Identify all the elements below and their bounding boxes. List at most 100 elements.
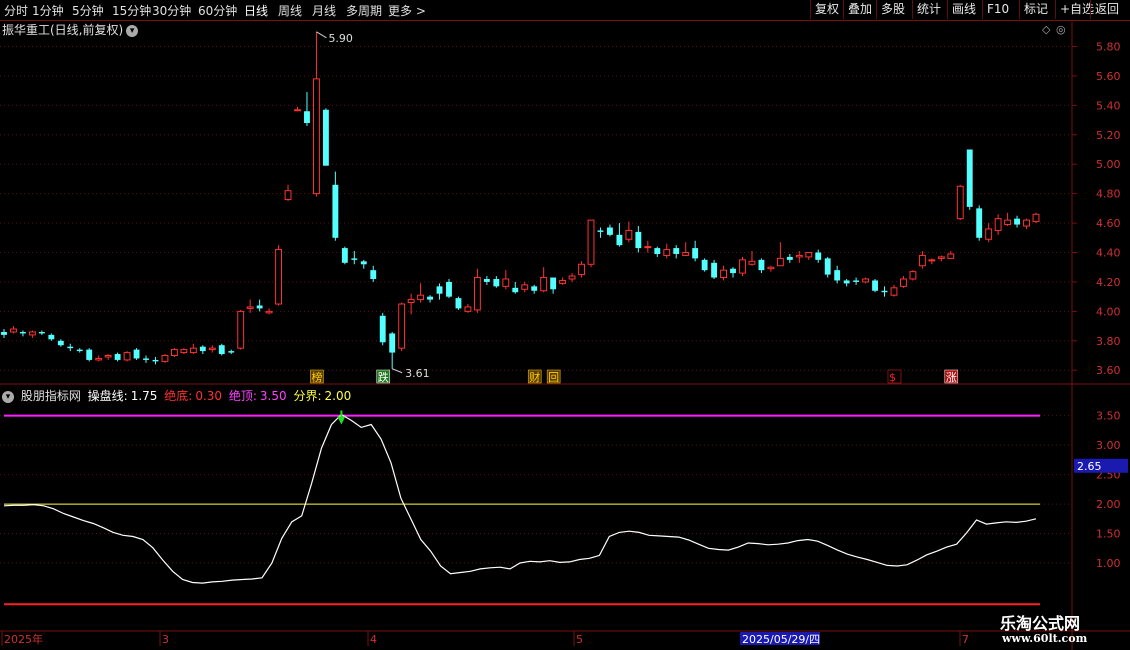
candle-body-down: [86, 349, 93, 360]
series-label: 操盘线:: [87, 389, 128, 403]
candle-body-down: [228, 351, 235, 353]
candle-body-down: [370, 270, 377, 279]
candle-body-up: [464, 306, 472, 312]
indicator-title: ▾ 股朋指标网 操盘线: 1.75 绝底: 0.30 绝顶: 3.50 分界: 2.00: [2, 387, 354, 404]
candle-body-down: [531, 286, 538, 291]
candle-body-down: [455, 298, 462, 309]
event-marker: 回: [548, 371, 559, 384]
candle-body-down: [853, 280, 860, 282]
candle-body-up: [294, 109, 301, 112]
watermark-name: 乐淘公式网: [1000, 614, 1081, 633]
candle-body-down: [427, 296, 433, 300]
candle-body-up: [189, 347, 197, 354]
indicator-y-tick-label: 3.50: [1096, 410, 1121, 423]
y-tick-label: 3.80: [1096, 335, 1121, 348]
candle-body-down: [341, 248, 348, 263]
candle-body-down: [966, 149, 973, 207]
candle-body-down: [114, 354, 121, 360]
candle-body-up: [720, 269, 727, 279]
candle-body-up: [284, 190, 292, 201]
top-label: 绝顶:: [228, 389, 257, 403]
series-value: 1.75: [130, 389, 158, 403]
y-tick-label: 5.40: [1096, 99, 1121, 112]
candle-body-up: [767, 266, 775, 270]
candle-body-down: [512, 287, 519, 293]
candle-body-down: [730, 268, 736, 274]
candle-body-up: [246, 306, 254, 309]
x-axis-label: 4: [370, 633, 377, 646]
candle-body-up: [95, 357, 103, 361]
candle-body-up: [928, 259, 936, 262]
settings-icon: ◎: [1056, 23, 1066, 36]
candle-body-down: [834, 270, 841, 281]
candle-body-down: [436, 286, 443, 294]
diamond-icon: ◇: [1042, 23, 1051, 36]
candle-body-up: [663, 249, 671, 256]
candle-body-down: [607, 227, 613, 235]
dropdown-icon[interactable]: ▾: [2, 390, 14, 403]
candle-body-up: [682, 252, 690, 256]
candle-body-up: [776, 257, 784, 267]
boundary-value: 2.00: [324, 389, 352, 403]
y-tick-label: 5.20: [1096, 129, 1121, 142]
y-tick-label: 4.20: [1096, 276, 1121, 289]
x-axis-label: 3: [162, 633, 169, 646]
candle-body-down: [786, 256, 793, 260]
candle-body-up: [265, 310, 273, 314]
candle-body-up: [407, 299, 415, 304]
candle-body-down: [199, 346, 206, 352]
candle-body-down: [48, 334, 55, 340]
y-tick-label: 4.40: [1096, 247, 1121, 260]
candle-body-up: [947, 253, 955, 259]
candle-body-up: [521, 284, 529, 290]
candle-body-down: [976, 208, 983, 238]
bottom-label: 绝底:: [164, 389, 193, 403]
candle-body-up: [275, 249, 283, 305]
indicator-series-line: [3, 413, 1037, 584]
candle-body-down: [256, 305, 263, 309]
candle-body-up: [1032, 213, 1040, 223]
boundary-label: 分界:: [293, 389, 322, 403]
candle-body-up: [473, 277, 481, 311]
y-tick-label: 5.80: [1096, 40, 1121, 53]
y-tick-label: 5.60: [1096, 70, 1121, 83]
candle-body-up: [625, 229, 633, 240]
candle-body-down: [843, 280, 850, 284]
candle-body-down: [692, 248, 699, 259]
candle-body-up: [568, 275, 576, 280]
indicator-y-tick-label: 1.50: [1096, 528, 1121, 541]
candle-body-down: [67, 346, 74, 349]
candle-body-up: [502, 278, 510, 287]
candle-body-up: [918, 254, 926, 267]
candle-body-down: [322, 109, 329, 166]
candle-body-down: [635, 231, 642, 249]
candle-body-down: [815, 252, 822, 260]
candle-body-down: [701, 259, 708, 271]
candle-body-down: [1, 331, 7, 335]
candle-body-down: [152, 359, 159, 362]
x-axis-label: 7: [962, 633, 969, 646]
candle-body-up: [985, 228, 993, 240]
candle-body-up: [748, 260, 756, 265]
candle-body-up: [180, 349, 188, 354]
candle-body-down: [483, 278, 490, 282]
candle-body-up: [559, 279, 567, 284]
candle-body-up: [795, 254, 803, 258]
y-tick-label: 3.60: [1096, 364, 1121, 377]
y-tick-label: 4.60: [1096, 217, 1121, 230]
candle-body-down: [446, 281, 452, 297]
candle-body-down: [550, 277, 557, 290]
top-value: 3.50: [259, 389, 287, 403]
candle-body-up: [890, 287, 898, 296]
candle-body-down: [351, 258, 358, 260]
candle-body-down: [20, 331, 26, 334]
candle-body-down: [218, 345, 225, 355]
candle-body-up: [956, 185, 964, 220]
candle-body-up: [644, 246, 652, 249]
candle-body-down: [711, 262, 718, 278]
indicator-y-tick-label: 1.00: [1096, 557, 1121, 570]
candle-body-up: [862, 278, 870, 283]
candle-body-up: [739, 259, 746, 274]
candle-body-down: [872, 280, 878, 291]
candle-body-down: [38, 331, 45, 334]
